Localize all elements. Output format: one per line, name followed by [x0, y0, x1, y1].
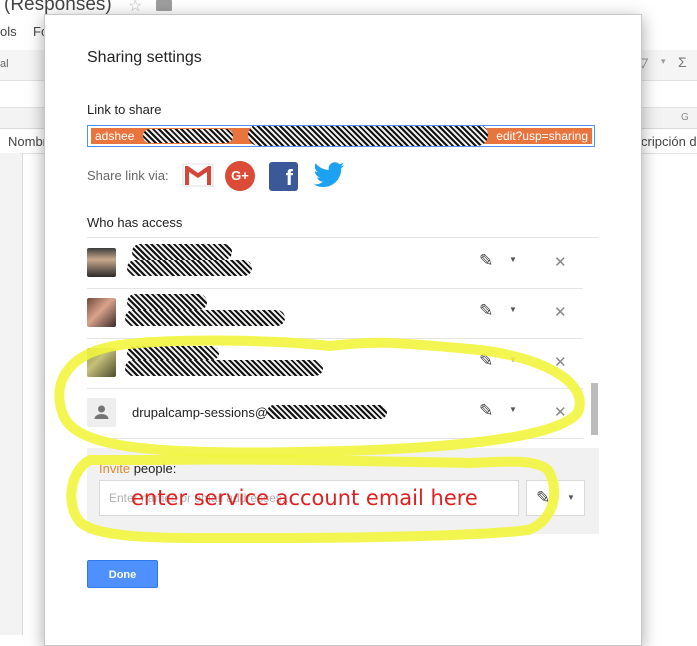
google-plus-icon[interactable]: G+ — [225, 161, 255, 191]
redacted-name — [127, 294, 207, 310]
close-icon[interactable]: ✕ — [554, 253, 567, 271]
done-button[interactable]: Done — [87, 560, 158, 588]
row-number-gutter — [0, 153, 23, 635]
folder-icon[interactable] — [156, 0, 172, 11]
close-icon[interactable]: ✕ — [554, 403, 567, 421]
avatar — [87, 348, 116, 377]
chevron-down-icon[interactable]: ▼ — [509, 405, 517, 414]
pencil-icon[interactable]: ✎ — [479, 401, 493, 421]
access-list-item: ✎ ▼ ✕ — [87, 338, 583, 389]
who-has-access-label: Who has access — [87, 215, 183, 230]
share-via-label: Share link via: — [87, 168, 169, 183]
access-list-scrollbar[interactable] — [591, 383, 598, 435]
redacted-email — [127, 260, 252, 276]
header-cell-name[interactable]: Nombr — [8, 134, 47, 149]
chevron-down-icon[interactable]: ▼ — [509, 305, 517, 314]
redaction-scribble — [143, 129, 233, 143]
avatar — [87, 298, 116, 327]
pencil-icon[interactable]: ✎ — [479, 301, 493, 321]
dialog-title: Sharing settings — [87, 49, 202, 66]
facebook-icon[interactable]: f — [269, 162, 298, 191]
twitter-icon[interactable] — [312, 162, 346, 190]
link-text-start: adshee — [95, 129, 135, 143]
functions-icon[interactable]: Σ — [678, 54, 687, 70]
redacted-name — [127, 346, 219, 360]
redacted-email — [125, 360, 323, 376]
pencil-icon: ✎ — [536, 488, 551, 507]
person-email: drupalcamp-sessions@ — [132, 405, 269, 420]
annotation-text: enter service account email here — [131, 486, 478, 510]
generic-person-icon — [87, 398, 116, 427]
pencil-icon[interactable]: ✎ — [479, 351, 493, 371]
chevron-down-icon[interactable]: ▼ — [509, 355, 517, 364]
access-list-item: drupalcamp-sessions@ ✎ ▼ ✕ — [87, 388, 583, 439]
redacted-domain — [267, 405, 387, 419]
redacted-email — [125, 310, 285, 326]
redacted-name — [132, 244, 232, 260]
sharing-settings-dialog: Sharing settings Link to share adshee ed… — [44, 14, 642, 646]
column-header-g[interactable]: G — [681, 112, 689, 123]
invite-permission-dropdown[interactable]: ✎ ▼ — [526, 480, 585, 516]
chevron-down-icon: ▼ — [567, 493, 575, 502]
redaction-scribble — [248, 126, 488, 146]
access-list-item: ✎ ▼ ✕ — [87, 238, 583, 289]
pencil-icon[interactable]: ✎ — [479, 251, 493, 271]
chevron-down-icon[interactable]: ▼ — [509, 255, 517, 264]
access-list-item: ✎ ▼ ✕ — [87, 288, 583, 339]
header-cell-description[interactable]: cripción de — [641, 134, 697, 149]
link-text-end: edit?usp=sharing — [496, 129, 588, 143]
share-link-field[interactable]: adshee edit?usp=sharing — [87, 125, 595, 147]
avatar — [87, 248, 116, 277]
link-to-share-label: Link to share — [87, 102, 162, 117]
invite-people-label: Invite people: — [99, 461, 177, 476]
menu-tools[interactable]: ols — [0, 24, 17, 39]
close-icon[interactable]: ✕ — [554, 353, 567, 371]
toolbar-font-partial[interactable]: al — [0, 58, 9, 70]
gmail-icon[interactable] — [182, 163, 214, 187]
close-icon[interactable]: ✕ — [554, 303, 567, 321]
chevron-down-icon[interactable]: ▾ — [661, 56, 666, 67]
